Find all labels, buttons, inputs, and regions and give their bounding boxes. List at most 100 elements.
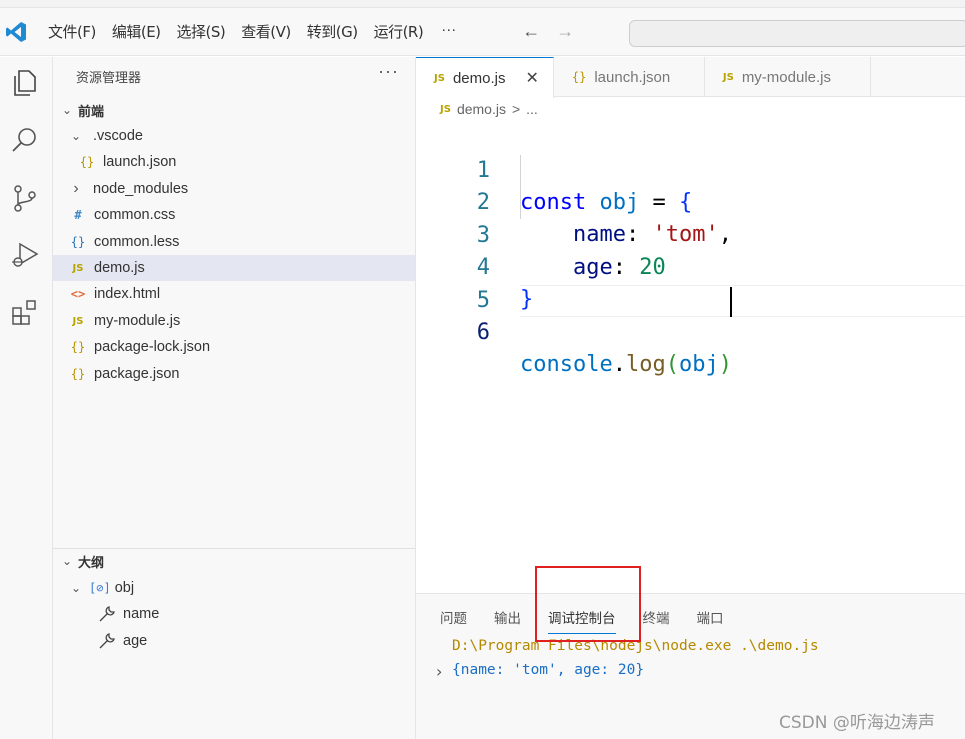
tab-my-module-js[interactable]: JS my-module.js [705,57,871,97]
title-bar: 文件(F) 编辑(E) 选择(S) 查看(V) 转到(G) 运行(R) ··· … [0,8,965,56]
navigation-arrows: ← → [522,21,574,42]
run-debug-icon[interactable] [10,240,40,270]
menu-go[interactable]: 转到(G) [301,17,368,46]
tab-problems[interactable]: 问题 [440,607,467,634]
code-line-4: 4 } [416,220,965,312]
highlight-annotation-box [535,566,641,642]
tree-item-label: .vscode [93,128,143,144]
less-file-icon: {} [70,235,86,249]
outline-section-header[interactable]: ⌄ 大纲 [53,548,415,574]
tree-item-label: my-module.js [94,313,181,329]
breadcrumb-file[interactable]: demo.js [457,101,506,117]
search-icon[interactable] [10,125,40,155]
tree-item-package-lock-json[interactable]: {} package-lock.json [53,334,415,360]
tree-item-label: common.less [94,234,180,250]
code-line-6: 6 console.log(obj) [416,285,965,377]
vscode-logo-icon [2,18,30,46]
back-arrow-icon[interactable]: ← [522,21,540,42]
js-file-icon: JS [72,262,84,274]
js-file-icon: JS [722,71,734,83]
code-line-5: 5 [416,253,965,313]
tab-label: demo.js [452,69,506,87]
menu-file[interactable]: 文件(F) [42,17,106,46]
code-line-2: 2 name: 'tom', [416,155,965,247]
tree-item-common-less[interactable]: {} common.less [53,229,415,255]
outline-item-label: name [123,606,160,622]
tree-item-label: demo.js [94,260,145,276]
breadcrumb-separator-icon: > [511,101,521,117]
outline-title: 大纲 [78,555,105,571]
variable-icon: [⊘] [89,581,111,595]
tree-item-label: common.css [94,207,176,223]
tab-output[interactable]: 输出 [494,607,521,634]
json-file-icon: {} [571,70,587,84]
tree-item-label: package-lock.json [94,339,211,355]
watermark: CSDN @听海边涛声 [779,713,935,733]
activity-bar [0,57,53,739]
window-top-strip [0,0,965,8]
tab-terminal[interactable]: 终端 [643,607,670,634]
tab-label: launch.json [594,68,671,86]
chevron-right-icon: › [73,180,79,197]
code-editor[interactable]: 1 const obj = { 2 name: 'tom', 3 age: 20… [416,123,965,593]
chevron-down-icon: ⌄ [70,129,82,143]
extensions-icon[interactable] [10,298,40,328]
text-cursor [730,287,732,317]
menu-run[interactable]: 运行(R) [368,17,434,46]
tree-item-node-modules[interactable]: › node_modules [53,176,415,202]
console-output: {name: 'tom', age: 20} [452,662,645,678]
expand-chevron-icon[interactable]: › [436,662,442,681]
outline-item-obj[interactable]: ⌄ [⊘] obj [53,575,415,601]
folder-root[interactable]: ⌄ 前端 [53,97,415,123]
menu-more-button[interactable]: ··· [433,17,464,46]
tree-item-launch-json[interactable]: {} launch.json [53,149,415,175]
editor-tabs: JS demo.js ✕ {} launch.json JS my-module… [416,57,965,98]
menu-view[interactable]: 查看(V) [235,17,300,46]
command-center-search[interactable] [629,20,965,47]
tab-label: my-module.js [741,68,831,86]
outline-item-age[interactable]: age [53,628,415,654]
wrench-icon [99,606,115,622]
js-file-icon: JS [72,315,84,327]
outline-item-label: age [123,633,148,649]
outline-item-label: obj [114,580,135,596]
wrench-icon [99,633,115,649]
breadcrumb-symbol[interactable]: ... [526,101,538,117]
menu-bar: 文件(F) 编辑(E) 选择(S) 查看(V) 转到(G) 运行(R) ··· [42,17,464,46]
menu-selection[interactable]: 选择(S) [171,17,236,46]
chevron-down-icon: ⌄ [61,103,73,117]
outline-item-name[interactable]: name [53,601,415,627]
tab-ports[interactable]: 端口 [697,607,724,634]
tree-item-label: launch.json [103,154,177,170]
tab-launch-json[interactable]: {} launch.json [554,57,705,97]
chevron-down-icon: ⌄ [70,581,82,595]
tree-item-label: node_modules [93,181,189,197]
breadcrumb: JS demo.js > ... [440,101,538,117]
explorer-more-button[interactable]: ··· [378,61,399,82]
tree-item-my-module-js[interactable]: JS my-module.js [53,308,415,334]
source-control-icon[interactable] [10,183,40,213]
css-file-icon: # [74,208,82,222]
tree-item-package-json[interactable]: {} package.json [53,361,415,387]
line-number: 6 [476,320,490,345]
tree-item-label: package.json [94,366,180,382]
js-file-icon: JS [434,72,445,84]
js-file-icon: JS [440,103,451,115]
code-line-1: 1 const obj = { [416,123,965,215]
tree-item-demo-js[interactable]: JS demo.js [53,255,415,281]
json-file-icon: {} [70,367,86,381]
close-icon[interactable]: ✕ [525,68,538,88]
tree-item-label: index.html [94,286,161,302]
explorer-sidebar: 资源管理器 ··· ⌄ 前端 ⌄ .vscode {} launch.json … [53,57,416,739]
menu-edit[interactable]: 编辑(E) [106,17,171,46]
forward-arrow-icon[interactable]: → [556,21,574,42]
chevron-down-icon: ⌄ [61,554,73,568]
folder-label: 前端 [78,104,105,120]
json-file-icon: {} [70,340,86,354]
tree-item-vscode[interactable]: ⌄ .vscode [53,123,415,149]
tab-demo-js[interactable]: JS demo.js ✕ [416,57,554,98]
tree-item-common-css[interactable]: # common.css [53,202,415,228]
explorer-title: 资源管理器 [76,71,142,86]
tree-item-index-html[interactable]: <> index.html [53,281,415,307]
explorer-icon[interactable] [10,67,40,97]
